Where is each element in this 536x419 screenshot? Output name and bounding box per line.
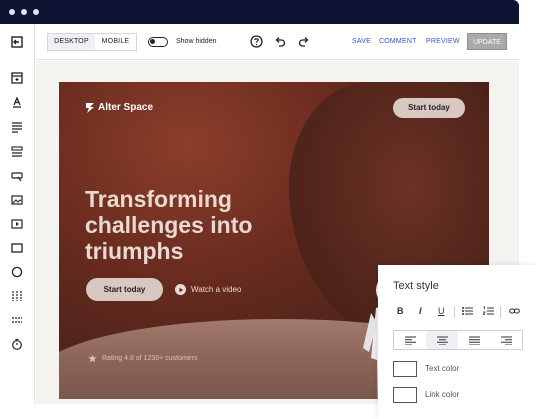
toolbar-divider [454, 306, 455, 318]
brand-name: Alter Space [98, 102, 154, 113]
text-color-swatch[interactable] [393, 361, 417, 377]
button-block-icon[interactable] [9, 168, 25, 184]
panel-title: Text style [393, 280, 439, 292]
timer-icon[interactable] [9, 336, 25, 352]
update-button[interactable]: UPDATE [467, 33, 507, 50]
bullet-list-icon[interactable] [462, 306, 473, 318]
brand-logo[interactable]: Alter Space [86, 102, 153, 113]
numbered-list-icon[interactable] [482, 306, 494, 318]
cta-start-button[interactable]: Start today [86, 278, 163, 301]
exit-icon[interactable] [9, 34, 25, 50]
save-button[interactable]: SAVE [352, 38, 371, 45]
bold-button[interactable]: B [397, 306, 404, 316]
text-color-label: Text color [425, 364, 460, 373]
circle-icon[interactable] [9, 264, 25, 280]
window-dot-icon[interactable] [21, 9, 27, 15]
text-style-panel: Text style B I U Text color Link color [378, 265, 536, 419]
window-dot-icon[interactable] [33, 9, 39, 15]
undo-icon[interactable] [273, 34, 287, 48]
watch-video-link[interactable]: Watch a video [175, 284, 241, 295]
device-toggle: DESKTOP MOBILE [47, 33, 137, 51]
image-icon[interactable] [9, 192, 25, 208]
redo-icon[interactable] [297, 34, 311, 48]
italic-button[interactable]: I [419, 306, 422, 316]
text-icon[interactable] [9, 94, 25, 110]
section-icon[interactable] [9, 70, 25, 86]
star-icon [88, 354, 97, 363]
editor-window: DESKTOP MOBILE Show hidden SAVE COMMENT … [0, 0, 536, 419]
help-icon[interactable] [249, 34, 263, 48]
link-color-label: Link color [425, 390, 460, 399]
lightning-icon [86, 102, 94, 113]
alignment-group [393, 330, 523, 350]
sidebar [0, 24, 35, 404]
columns-icon[interactable] [9, 288, 25, 304]
align-justify-icon[interactable] [458, 331, 490, 349]
show-hidden-toggle[interactable] [148, 37, 168, 47]
mobile-tab[interactable]: MOBILE [95, 34, 136, 50]
rating: Rating 4.8 of 1230+ customers [88, 354, 198, 363]
desktop-tab[interactable]: DESKTOP [48, 34, 95, 50]
video-icon[interactable] [9, 216, 25, 232]
align-right-icon[interactable] [490, 331, 522, 349]
top-toolbar: DESKTOP MOBILE Show hidden SAVE COMMENT … [36, 24, 519, 60]
align-left-icon[interactable] [394, 331, 426, 349]
list-block-icon[interactable] [9, 144, 25, 160]
play-icon [175, 284, 186, 295]
paragraph-icon[interactable] [9, 119, 25, 135]
show-hidden-label: Show hidden [176, 38, 217, 45]
title-bar [0, 0, 519, 24]
divider-icon[interactable] [9, 312, 25, 328]
underline-button[interactable]: U [438, 306, 445, 316]
header-start-button[interactable]: Start today [393, 98, 465, 118]
link-icon[interactable] [509, 306, 520, 318]
window-dot-icon[interactable] [9, 9, 15, 15]
toolbar-divider [500, 306, 501, 318]
align-center-icon[interactable] [426, 331, 458, 349]
comment-button[interactable]: COMMENT [379, 38, 417, 45]
link-color-swatch[interactable] [393, 387, 417, 403]
rectangle-icon[interactable] [9, 240, 25, 256]
preview-button[interactable]: PREVIEW [426, 38, 460, 45]
rating-text: Rating 4.8 of 1230+ customers [102, 355, 198, 362]
hero-headline[interactable]: Transforming challenges into triumphs [85, 186, 285, 264]
watch-video-label: Watch a video [191, 285, 242, 294]
